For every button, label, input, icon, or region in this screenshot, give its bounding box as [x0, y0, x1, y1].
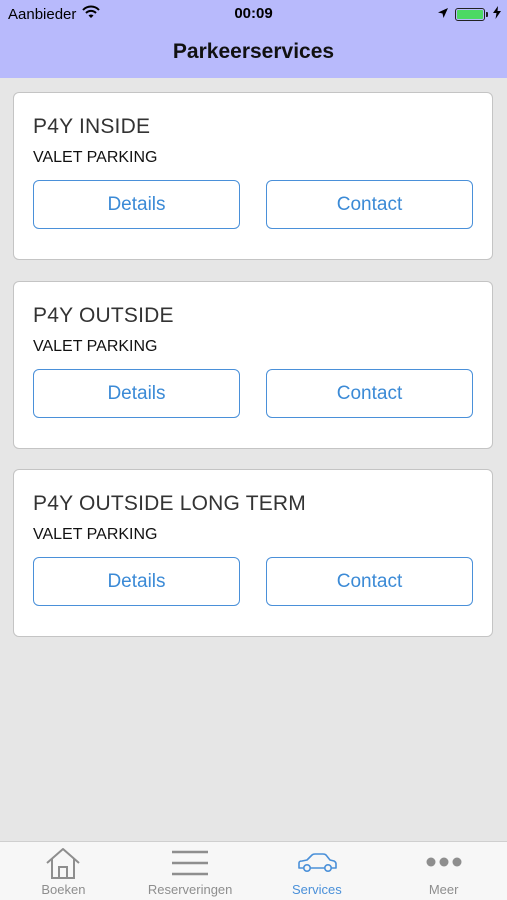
tab-services[interactable]: Services: [254, 842, 381, 900]
tab-bar: Boeken Reserveringen Services Meer: [0, 841, 507, 900]
battery-icon: [455, 8, 488, 21]
tab-boeken[interactable]: Boeken: [0, 842, 127, 900]
service-card: P4Y OUTSIDE VALET PARKING Details Contac…: [13, 281, 493, 449]
navigation-bar: Aanbieder 00:09 Parkeerservices: [0, 0, 507, 78]
status-bar: Aanbieder 00:09: [0, 0, 507, 28]
service-subtitle: VALET PARKING: [33, 526, 158, 543]
details-button[interactable]: Details: [33, 180, 240, 229]
tab-label: Meer: [428, 882, 459, 897]
service-title: P4Y OUTSIDE: [33, 304, 174, 327]
service-title: P4Y INSIDE: [33, 115, 151, 138]
service-subtitle: VALET PARKING: [33, 149, 158, 166]
service-card: P4Y OUTSIDE LONG TERM VALET PARKING Deta…: [13, 469, 493, 637]
details-button[interactable]: Details: [33, 369, 240, 418]
tab-reserveringen[interactable]: Reserveringen: [127, 842, 254, 900]
status-time: 00:09: [234, 5, 273, 22]
charging-bolt-icon: [493, 6, 501, 23]
contact-button[interactable]: Contact: [266, 180, 473, 229]
home-icon: [44, 846, 82, 883]
status-icons: [437, 6, 501, 23]
tab-label: Boeken: [41, 882, 86, 897]
contact-button[interactable]: Contact: [266, 369, 473, 418]
tab-label: Services: [291, 882, 342, 897]
list-icon: [170, 846, 210, 883]
tab-meer[interactable]: Meer: [380, 842, 507, 900]
more-icon: [424, 846, 464, 883]
details-button[interactable]: Details: [33, 557, 240, 606]
car-icon: [296, 846, 338, 883]
location-arrow-icon: [437, 6, 449, 23]
service-card: P4Y INSIDE VALET PARKING Details Contact: [13, 92, 493, 260]
service-subtitle: VALET PARKING: [33, 338, 158, 355]
tab-label: Reserveringen: [147, 882, 233, 897]
contact-button[interactable]: Contact: [266, 557, 473, 606]
service-title: P4Y OUTSIDE LONG TERM: [33, 492, 306, 515]
page-title: Parkeerservices: [172, 40, 335, 63]
